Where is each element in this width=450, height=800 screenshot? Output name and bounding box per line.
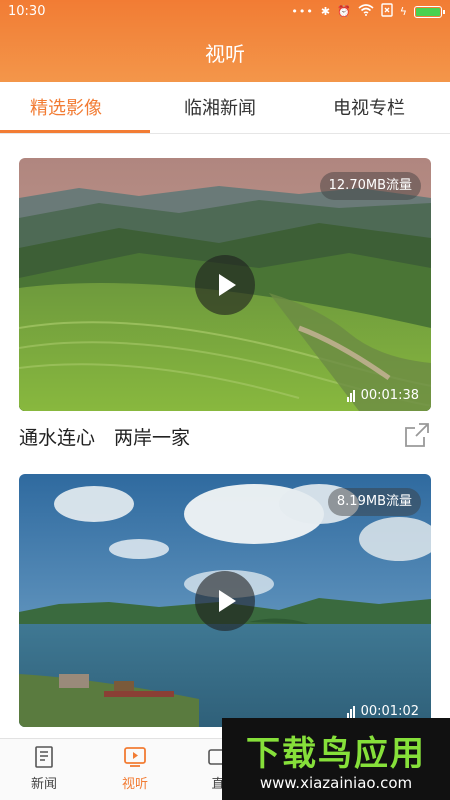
active-tab-indicator (0, 130, 150, 133)
video-card[interactable]: 12.70MB流量 00:01:38 通水连心 两岸一家 (19, 158, 431, 449)
tab-tv-column[interactable]: 电视专栏 (333, 94, 405, 120)
status-time: 10:30 (8, 4, 46, 19)
page-title: 视听 (205, 42, 245, 66)
charging-icon: ϟ (399, 5, 407, 18)
nav-item-video[interactable]: 视听 (100, 745, 170, 792)
video-duration: 00:01:38 (346, 388, 419, 403)
app-screen: 10:30 ••• ✱ ⏰ ϟ 视听 精选影像 临湘新闻 电视专栏 12.70M… (0, 0, 450, 800)
sim-icon (381, 3, 393, 21)
duration-text: 00:01:38 (360, 388, 419, 403)
battery-icon (414, 6, 445, 18)
video-duration: 00:01:02 (346, 704, 419, 719)
video-icon (124, 747, 146, 767)
bluetooth-icon: ✱ (320, 5, 331, 18)
video-thumbnail[interactable]: 12.70MB流量 00:01:38 (19, 158, 431, 411)
nav-item-news[interactable]: 新闻 (9, 745, 79, 792)
video-thumbnail[interactable]: 8.19MB流量 00:01:02 (19, 474, 431, 727)
watermark: 下载鸟应用 www.xiazainiao.com (222, 718, 450, 800)
play-button[interactable] (195, 255, 255, 315)
wifi-icon (358, 4, 374, 20)
watermark-url: www.xiazainiao.com (259, 774, 413, 792)
nav-label: 新闻 (30, 777, 57, 792)
video-title[interactable]: 通水连心 两岸一家 (19, 423, 431, 449)
news-icon (35, 746, 53, 768)
video-card[interactable]: 8.19MB流量 00:01:02 (19, 474, 431, 727)
tab-bar: 精选影像 临湘新闻 电视专栏 (0, 82, 450, 134)
file-size-badge: 12.70MB流量 (319, 172, 421, 200)
file-size-badge: 8.19MB流量 (327, 488, 421, 516)
tab-featured[interactable]: 精选影像 (30, 94, 102, 120)
dots-icon: ••• (291, 5, 314, 18)
tab-local-news[interactable]: 临湘新闻 (184, 94, 256, 120)
play-button[interactable] (195, 571, 255, 631)
signal-bars-icon (346, 705, 355, 718)
duration-text: 00:01:02 (360, 704, 419, 719)
watermark-title: 下载鸟应用 (246, 734, 426, 774)
signal-bars-icon (346, 389, 355, 402)
status-icons: ••• ✱ ⏰ ϟ (291, 3, 445, 21)
share-icon[interactable] (403, 421, 431, 449)
nav-label: 视听 (121, 777, 148, 792)
alarm-icon: ⏰ (337, 5, 351, 18)
status-bar: 10:30 ••• ✱ ⏰ ϟ (0, 0, 450, 24)
header: 10:30 ••• ✱ ⏰ ϟ 视听 (0, 0, 450, 82)
